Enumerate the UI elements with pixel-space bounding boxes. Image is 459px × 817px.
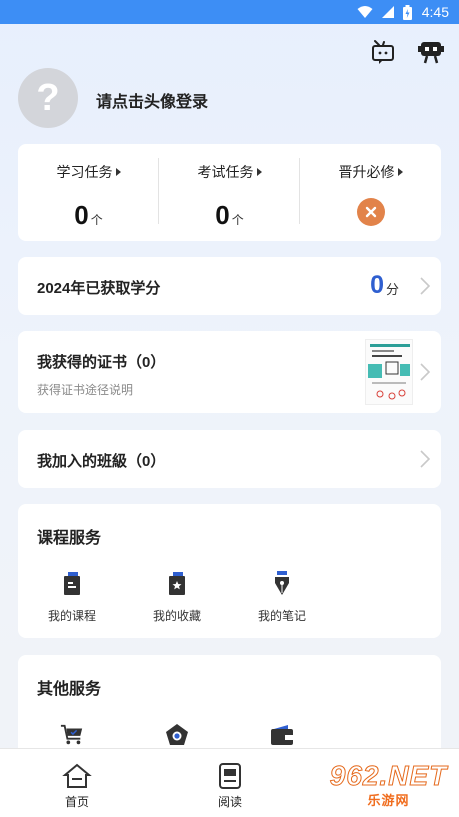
cellular-icon <box>381 5 395 19</box>
promotion-required[interactable]: 晋升必修 <box>300 144 441 241</box>
chevron-right-icon <box>420 450 431 468</box>
course-book-icon <box>60 570 84 598</box>
avatar[interactable]: ? <box>18 68 78 128</box>
certificates-title: 我获得的证书（0） <box>37 354 166 371</box>
shield-dot-icon <box>165 721 189 749</box>
exam-tasks-count: 0 <box>215 200 230 230</box>
course-services-title: 课程服务 <box>37 530 102 547</box>
study-tasks-count: 0 <box>74 200 89 230</box>
classes-row[interactable]: 我加入的班級（0） <box>18 430 441 488</box>
watermark-text: 乐游网 <box>367 792 410 808</box>
wallet-button[interactable] <box>242 721 322 749</box>
credits-unit: 分 <box>385 282 399 297</box>
site-watermark: 962.NET 乐游网 <box>318 756 459 814</box>
nav-home-label: 首页 <box>64 795 89 809</box>
shop-button[interactable] <box>32 721 112 749</box>
watermark-logo: 962.NET <box>329 759 448 791</box>
robot-icon[interactable] <box>417 38 445 66</box>
shopping-cart-icon <box>60 721 84 749</box>
nav-reading-label: 阅读 <box>217 795 242 809</box>
avatar-placeholder: ? <box>36 76 60 119</box>
promotion-required-label: 晋升必修 <box>338 164 395 180</box>
reading-icon <box>219 763 241 789</box>
my-favorites-button[interactable]: 我的收藏 <box>137 570 217 624</box>
arrow-right-icon <box>256 168 262 176</box>
my-notes-label: 我的笔记 <box>257 609 306 623</box>
login-prompt[interactable]: 请点击头像登录 <box>96 88 208 112</box>
certificates-subtitle[interactable]: 获得证书途径说明 <box>37 381 133 398</box>
close-circle-icon <box>356 198 385 226</box>
tasks-card: 学习任务 0个 考试任务 0个 晋升必修 <box>18 144 441 241</box>
arrow-right-icon <box>397 168 403 176</box>
my-favorites-label: 我的收藏 <box>152 609 201 623</box>
credits-row[interactable]: 2024年已获取学分 0 分 <box>18 257 441 315</box>
wallet-icon <box>270 721 294 749</box>
certificates-row[interactable]: 我获得的证书（0） 获得证书途径说明 <box>18 331 441 413</box>
nav-home[interactable]: 首页 <box>37 761 117 810</box>
status-bar: 4:45 <box>0 0 459 24</box>
chevron-right-icon <box>420 277 431 295</box>
nav-reading[interactable]: 阅读 <box>190 761 270 810</box>
pen-nib-icon <box>270 570 294 598</box>
message-tv-icon[interactable] <box>369 38 397 66</box>
my-courses-button[interactable]: 我的课程 <box>32 570 112 624</box>
home-icon <box>62 763 92 788</box>
certificate-thumbnail <box>365 339 413 405</box>
credits-value: 0 <box>370 271 384 299</box>
study-tasks-label: 学习任务 <box>56 164 113 180</box>
status-time: 4:45 <box>421 4 449 20</box>
exam-tasks[interactable]: 考试任务 0个 <box>159 144 300 241</box>
chevron-right-icon <box>420 363 431 381</box>
my-courses-label: 我的课程 <box>47 609 96 623</box>
study-tasks-unit: 个 <box>90 213 103 227</box>
favorite-book-icon <box>165 570 189 598</box>
classes-title: 我加入的班級（0） <box>37 453 166 470</box>
header-actions <box>369 38 445 66</box>
my-notes-button[interactable]: 我的笔记 <box>242 570 322 624</box>
security-button[interactable] <box>137 721 217 749</box>
arrow-right-icon <box>115 168 121 176</box>
credits-title: 2024年已获取学分 <box>37 280 161 297</box>
wifi-icon <box>357 5 373 19</box>
study-tasks[interactable]: 学习任务 0个 <box>18 144 159 241</box>
exam-tasks-label: 考试任务 <box>197 164 254 180</box>
exam-tasks-unit: 个 <box>231 213 244 227</box>
course-services-card: 课程服务 我的课程 我的收藏 我的笔记 <box>18 504 441 638</box>
battery-icon <box>402 4 412 20</box>
other-services-title: 其他服务 <box>37 681 102 698</box>
